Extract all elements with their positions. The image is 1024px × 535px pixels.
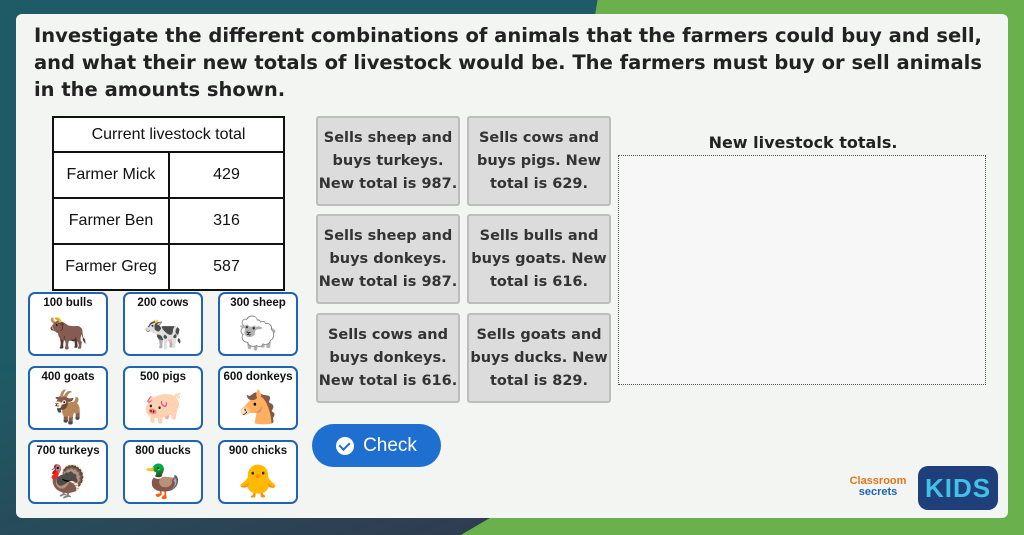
- question-text: Investigate the different combinations o…: [34, 24, 982, 101]
- kids-logo: KIDS: [918, 466, 998, 510]
- animal-card-ducks[interactable]: 800 ducks 🦆: [123, 440, 203, 504]
- statement-card[interactable]: Sells sheep and buys donkeys. New total …: [316, 214, 460, 304]
- logo-secrets: secrets: [858, 486, 898, 498]
- animal-label: 600 donkeys: [223, 371, 293, 383]
- animal-label: 100 bulls: [43, 297, 93, 309]
- sheep-icon: 🐑: [238, 314, 278, 352]
- check-circle-icon: [336, 436, 355, 455]
- animal-label: 900 chicks: [228, 445, 288, 457]
- turkey-icon: 🦃: [48, 462, 88, 500]
- goat-icon: 🐐: [48, 388, 88, 426]
- farmer-name: Farmer Mick: [52, 151, 170, 199]
- animal-label: 200 cows: [137, 297, 189, 309]
- animal-card-pigs[interactable]: 500 pigs 🐖: [123, 366, 203, 430]
- farmer-total: 316: [168, 197, 285, 245]
- animal-label: 400 goats: [41, 371, 95, 383]
- statement-card[interactable]: Sells cows and buys pigs. New total is 6…: [467, 116, 611, 206]
- cow-icon: 🐄: [143, 314, 183, 352]
- table-header-row: Current livestock total: [52, 116, 285, 153]
- new-totals-dropzone[interactable]: [618, 155, 986, 385]
- pig-icon: 🐖: [143, 388, 183, 426]
- animal-card-bulls[interactable]: 100 bulls 🐂: [28, 292, 108, 356]
- animal-card-turkeys[interactable]: 700 turkeys 🦃: [28, 440, 108, 504]
- check-button-label: Check: [363, 434, 417, 456]
- table-row: Farmer Greg 587: [52, 243, 285, 291]
- table-header: Current livestock total: [52, 116, 285, 153]
- animal-label: 800 ducks: [135, 445, 191, 457]
- animal-card-cows[interactable]: 200 cows 🐄: [123, 292, 203, 356]
- farmer-name: Farmer Ben: [52, 197, 170, 245]
- bull-icon: 🐂: [48, 314, 88, 352]
- statement-card[interactable]: Sells cows and buys donkeys. New total i…: [316, 313, 460, 403]
- farmer-name: Farmer Greg: [52, 243, 170, 291]
- new-totals-title: New livestock totals.: [708, 133, 898, 152]
- table-row: Farmer Ben 316: [52, 197, 285, 245]
- statement-card[interactable]: Sells sheep and buys turkeys. New total …: [316, 116, 460, 206]
- livestock-table: Current livestock total Farmer Mick 429 …: [52, 116, 285, 291]
- check-button[interactable]: Check: [312, 424, 441, 467]
- statement-card[interactable]: Sells bulls and buys goats. New total is…: [467, 214, 611, 304]
- duck-icon: 🦆: [143, 462, 183, 500]
- animal-label: 300 sheep: [230, 297, 286, 309]
- farmer-total: 429: [168, 151, 285, 199]
- animal-card-sheep[interactable]: 300 sheep 🐑: [218, 292, 298, 356]
- table-row: Farmer Mick 429: [52, 151, 285, 199]
- animal-label: 700 turkeys: [36, 445, 100, 457]
- chick-icon: 🐥: [238, 462, 278, 500]
- donkey-icon: 🐴: [238, 388, 278, 426]
- farmer-total: 587: [168, 243, 285, 291]
- statement-card[interactable]: Sells goats and buys ducks. New total is…: [467, 313, 611, 403]
- animal-card-chicks[interactable]: 900 chicks 🐥: [218, 440, 298, 504]
- animal-label: 500 pigs: [139, 371, 187, 383]
- classroom-secrets-logo: Classroom secrets: [842, 476, 914, 498]
- animal-card-goats[interactable]: 400 goats 🐐: [28, 366, 108, 430]
- animal-card-donkeys[interactable]: 600 donkeys 🐴: [218, 366, 298, 430]
